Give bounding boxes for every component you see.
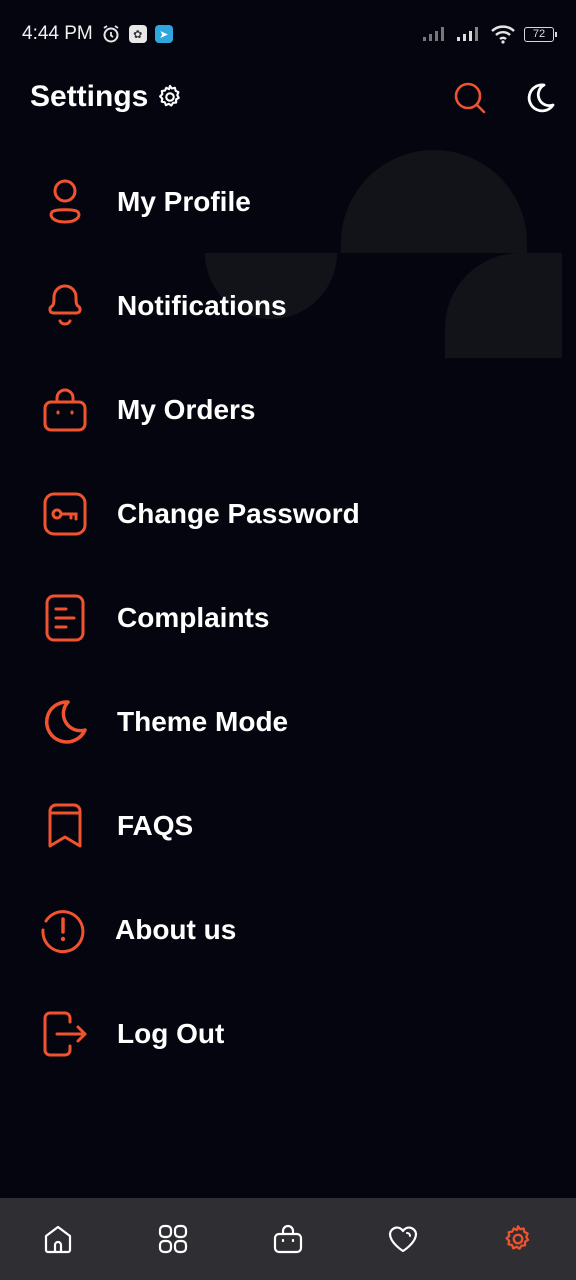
gear-icon [156, 83, 184, 111]
nav-settings[interactable] [488, 1209, 548, 1269]
bag-icon [38, 383, 92, 437]
status-bar: 4:44 PM ✿ ➤ 72 [0, 0, 576, 68]
menu-item-label: Notifications [117, 290, 287, 321]
menu-item-label: About us [115, 914, 237, 945]
bell-icon [38, 279, 92, 333]
key-icon [38, 487, 92, 541]
menu-item-my-profile[interactable]: My Profile [0, 150, 576, 254]
heart-icon [387, 1223, 419, 1255]
menu-item-theme-mode[interactable]: Theme Mode [0, 670, 576, 774]
menu-item-label: FAQS [117, 810, 194, 841]
nav-home[interactable] [28, 1209, 88, 1269]
categories-icon [157, 1223, 189, 1255]
menu-item-notifications[interactable]: Notifications [0, 254, 576, 358]
info-icon [36, 903, 90, 957]
app-notification-icon: ✿ [128, 25, 147, 43]
menu-item-log-out[interactable]: Log Out [0, 982, 576, 1086]
moon-icon [38, 695, 92, 749]
page-title: Settings [30, 80, 184, 114]
signal-icon-2 [456, 26, 482, 42]
status-left: 4:44 PM ✿ ➤ [22, 23, 173, 45]
menu-item-change-password[interactable]: Change Password [0, 462, 576, 566]
header: Settings [0, 68, 576, 128]
status-right: 72 [422, 24, 557, 44]
nav-favorites[interactable] [373, 1209, 433, 1269]
logout-icon [38, 1007, 92, 1061]
page-title-text: Settings [30, 80, 149, 113]
home-icon [42, 1223, 74, 1255]
menu-item-label: Change Password [117, 498, 360, 529]
menu-item-label: My Profile [117, 186, 251, 217]
menu-item-label: Log Out [117, 1018, 225, 1049]
search-icon [452, 80, 488, 116]
nav-cart[interactable] [258, 1209, 318, 1269]
bookmark-icon [38, 799, 92, 853]
theme-toggle-button[interactable] [518, 76, 562, 120]
gear-icon [502, 1223, 534, 1255]
menu-item-my-orders[interactable]: My Orders [0, 358, 576, 462]
moon-icon [524, 82, 556, 114]
menu-item-about-us[interactable]: About us [0, 878, 576, 982]
menu-item-label: Theme Mode [117, 706, 289, 737]
bottom-navigation [0, 1198, 576, 1280]
search-button[interactable] [448, 76, 492, 120]
telegram-icon: ➤ [154, 25, 173, 43]
menu-item-faqs[interactable]: FAQS [0, 774, 576, 878]
alarm-icon [101, 24, 121, 44]
bag-icon [272, 1223, 304, 1255]
menu-item-label: Complaints [117, 602, 270, 633]
battery-indicator: 72 [524, 26, 557, 42]
nav-categories[interactable] [143, 1209, 203, 1269]
status-time: 4:44 PM [22, 23, 93, 44]
menu-item-label: My Orders [117, 394, 256, 425]
document-icon [38, 591, 92, 645]
profile-icon [38, 175, 92, 229]
signal-icon [422, 26, 448, 42]
wifi-icon [490, 24, 516, 44]
settings-menu: My Profile Notifications My Orders Chang… [0, 150, 576, 1086]
menu-item-complaints[interactable]: Complaints [0, 566, 576, 670]
